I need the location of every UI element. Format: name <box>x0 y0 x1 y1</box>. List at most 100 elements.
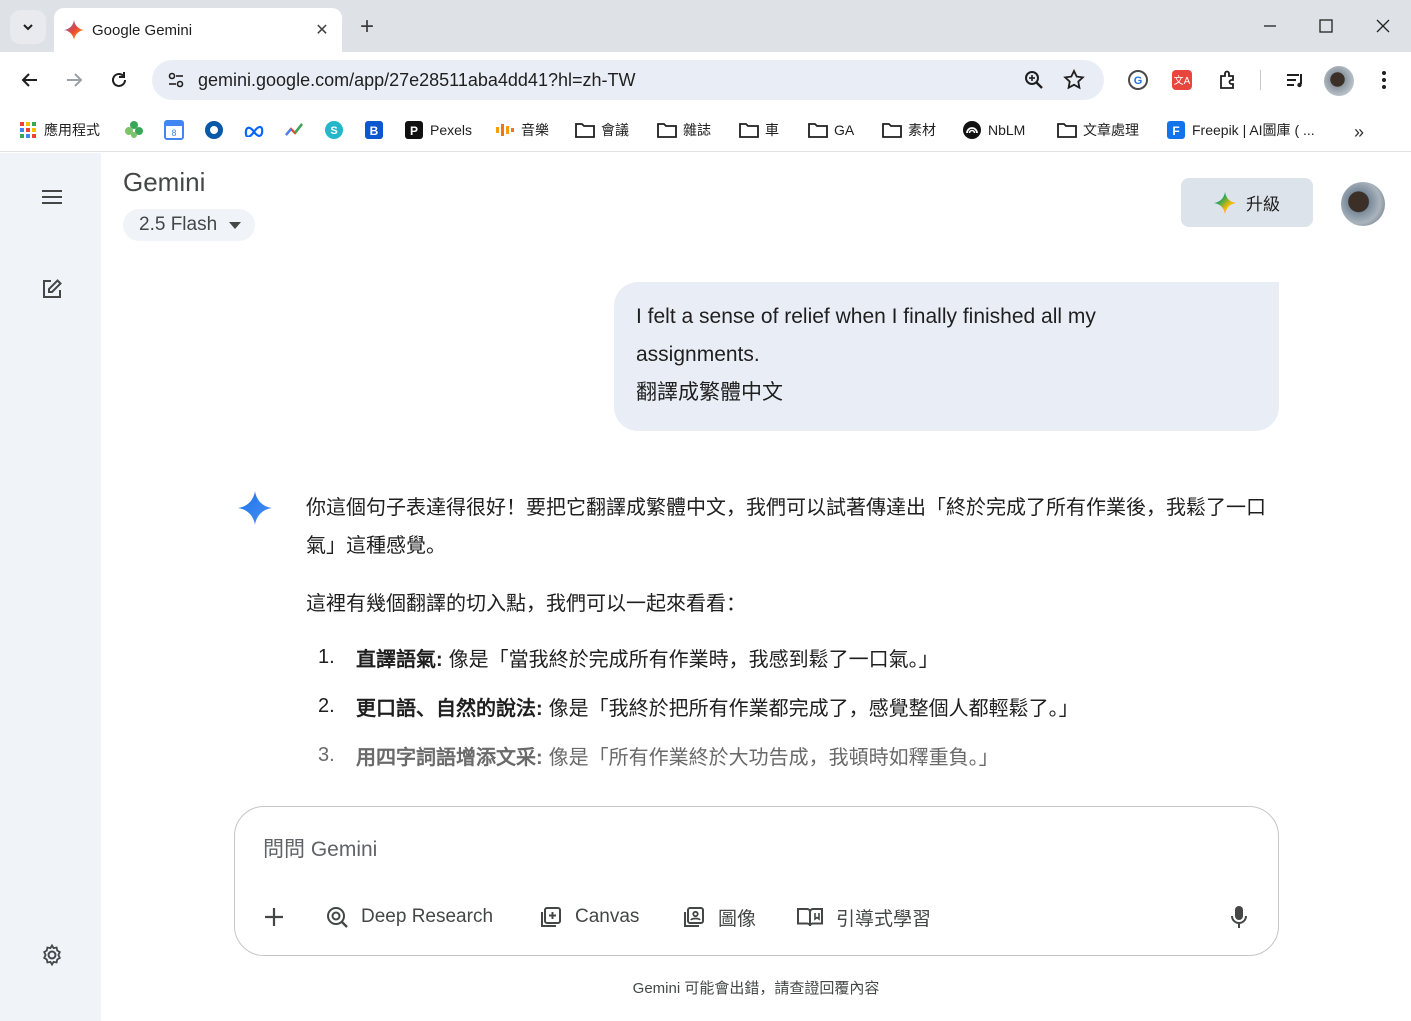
guided-learning-button[interactable]: 引導式學習 <box>796 901 931 933</box>
bookmark-trend[interactable] <box>284 116 310 144</box>
app-title: Gemini <box>123 167 206 197</box>
account-avatar[interactable] <box>1341 182 1385 226</box>
forward-button[interactable] <box>58 64 90 96</box>
chevron-down-icon <box>23 24 33 31</box>
book-icon <box>797 908 823 927</box>
user-message-line: assignments. <box>636 343 760 366</box>
trend-icon <box>284 120 304 140</box>
media-control-icon[interactable] <box>1281 66 1309 94</box>
arrow-right-icon <box>67 73 83 87</box>
prompt-composer[interactable]: 問問 Gemini Deep Research Canvas 圖像 引導式學習 <box>234 806 1279 956</box>
teal-s-icon: S <box>324 120 344 140</box>
svg-text:F: F <box>1172 124 1179 138</box>
grammar-extension-icon[interactable]: G <box>1124 66 1152 94</box>
arrow-left-icon <box>21 73 37 87</box>
bookmark-label: 會議 <box>601 122 629 138</box>
bookmark-label: 文章處理 <box>1083 122 1139 138</box>
maximize-icon <box>1319 19 1333 33</box>
back-button[interactable] <box>14 64 46 96</box>
plus-icon <box>265 908 283 926</box>
bookmark-folder-magazine[interactable]: 雜誌 <box>657 116 711 144</box>
user-message: I felt a sense of relief when I finally … <box>614 282 1279 431</box>
bookmark-label: 音樂 <box>521 122 549 138</box>
svg-text:B: B <box>370 124 379 138</box>
translate-extension-icon[interactable]: 文A <box>1168 66 1196 94</box>
add-attachment-button[interactable] <box>263 901 297 933</box>
minimize-icon <box>1264 25 1276 27</box>
maximize-button[interactable] <box>1298 8 1354 44</box>
list-item-heading: 直譯語氣: <box>356 649 443 671</box>
bookmark-folder-car[interactable]: 車 <box>739 116 779 144</box>
pexels-icon: P <box>404 120 424 140</box>
bookmark-star-icon[interactable] <box>1062 68 1086 92</box>
image-button[interactable]: 圖像 <box>682 901 756 933</box>
active-tab[interactable]: Google Gemini ✕ <box>54 8 342 52</box>
reload-icon <box>112 72 126 87</box>
extensions-puzzle-icon[interactable] <box>1214 66 1242 94</box>
svg-text:8: 8 <box>171 128 176 138</box>
new-tab-button[interactable]: + <box>352 12 382 42</box>
list-item: 3. 用四字詞語增添文采: 像是「所有作業終於大功告成，我頓時如釋重負。」 <box>306 731 1281 780</box>
green-leaf-icon <box>124 120 144 140</box>
bookmark-apps[interactable]: 應用程式 <box>18 116 100 144</box>
upgrade-button[interactable]: 升級 <box>1181 178 1313 227</box>
response-list: 1. 直譯語氣: 像是「當我終於完成所有作業時，我感到鬆了一口氣。」 2. 更口… <box>306 633 1281 780</box>
list-item-text: 像是「所有作業終於大功告成，我頓時如釋重負。」 <box>548 747 999 769</box>
bookmark-music[interactable]: 音樂 <box>495 116 549 144</box>
bookmark-pexels[interactable]: P Pexels <box>404 116 472 144</box>
minimize-button[interactable] <box>1242 8 1298 44</box>
bookmark-label: 車 <box>765 122 779 138</box>
edit-pencil-icon <box>43 279 62 298</box>
url-text[interactable]: gemini.google.com/app/27e28511aba4dd41?h… <box>198 70 635 91</box>
list-number: 3. <box>318 744 335 766</box>
bookmark-freepik[interactable]: F Freepik | AI圖庫 ( ... <box>1166 116 1315 144</box>
bookmark-b[interactable]: B <box>364 116 390 144</box>
bookmark-s[interactable]: S <box>324 116 350 144</box>
bookmark-folder-material[interactable]: 素材 <box>882 116 936 144</box>
response-paragraph: 你這個句子表達得很好！要把它翻譯成繁體中文，我們可以試著傳達出「終於完成了所有作… <box>306 497 1266 557</box>
gemini-sidebar <box>0 153 101 1021</box>
reload-button[interactable] <box>103 64 135 96</box>
model-label: 2.5 Flash <box>139 214 218 235</box>
svg-text:文A: 文A <box>1174 74 1191 87</box>
prompt-input[interactable]: 問問 Gemini <box>263 833 377 863</box>
tab-search-button[interactable] <box>10 10 46 44</box>
microphone-icon <box>1231 906 1247 928</box>
bookmark-label: GA <box>834 122 855 138</box>
upgrade-label: 升級 <box>1246 195 1280 214</box>
bookmark-circle[interactable] <box>204 116 230 144</box>
microphone-button[interactable] <box>1225 901 1253 933</box>
bookmark-label: NbLM <box>988 122 1026 138</box>
menu-kebab-icon[interactable] <box>1370 66 1398 94</box>
bookmark-calendar[interactable]: 8 <box>164 116 190 144</box>
site-info-icon[interactable] <box>162 66 190 94</box>
close-tab-icon[interactable]: ✕ <box>312 20 332 40</box>
blue-circle-icon <box>204 120 224 140</box>
bookmark-folder-ga[interactable]: GA <box>808 116 854 144</box>
settings-button[interactable] <box>32 935 72 975</box>
close-window-button[interactable] <box>1355 8 1411 44</box>
model-response: 你這個句子表達得很好！要把它翻譯成繁體中文，我們可以試著傳達出「終於完成了所有作… <box>306 489 1281 780</box>
canvas-button[interactable]: Canvas <box>539 901 639 933</box>
blue-b-icon: B <box>364 120 384 140</box>
bookmark-nblm[interactable]: NbLM <box>962 116 1025 144</box>
bookmark-folder-article[interactable]: 文章處理 <box>1057 116 1139 144</box>
guided-learning-label: 引導式學習 <box>836 908 932 930</box>
deep-research-button[interactable]: Deep Research <box>325 901 493 933</box>
main-menu-button[interactable] <box>32 177 72 217</box>
bookmark-meta[interactable] <box>244 116 270 144</box>
zoom-icon[interactable] <box>1022 68 1046 92</box>
address-bar[interactable]: gemini.google.com/app/27e28511aba4dd41?h… <box>152 60 1104 100</box>
bookmark-folder-meeting[interactable]: 會議 <box>575 116 629 144</box>
close-icon <box>1376 19 1390 33</box>
model-selector[interactable]: 2.5 Flash <box>123 209 256 241</box>
user-message-line: I felt a sense of relief when I finally … <box>636 305 1096 328</box>
tab-strip: Google Gemini ✕ + <box>0 0 1411 52</box>
svg-text:G: G <box>1134 75 1143 87</box>
bookmark-leaf[interactable] <box>124 116 150 144</box>
profile-avatar[interactable] <box>1324 66 1354 96</box>
gemini-main: Gemini 2.5 Flash 升級 I felt a sense of re… <box>101 153 1411 1021</box>
folder-icon <box>657 120 677 140</box>
bookmarks-overflow-icon[interactable]: » <box>1354 122 1364 143</box>
new-chat-button[interactable] <box>32 269 72 309</box>
